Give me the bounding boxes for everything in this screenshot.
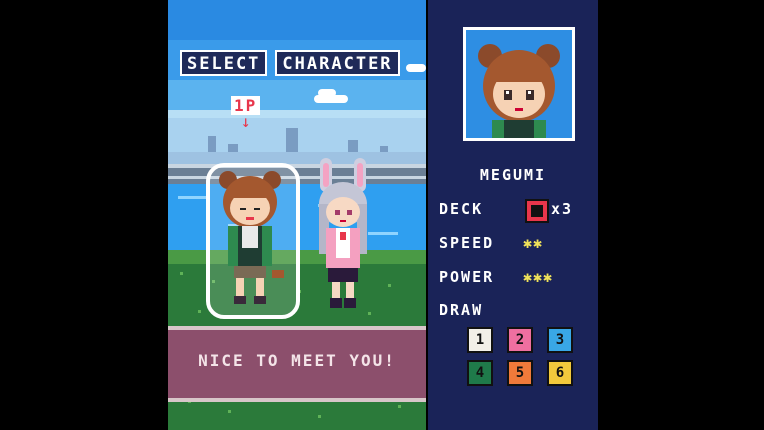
dialogue-box: NICE TO MEET YOU! <box>168 326 426 402</box>
title-word-character: CHARACTER <box>275 50 400 76</box>
water-ripple <box>178 196 208 199</box>
speed-rating: ✱✱ <box>523 234 544 252</box>
power-rating: ✱✱✱ <box>523 268 554 286</box>
character-bunny-sprite[interactable] <box>308 154 378 314</box>
down-arrow-icon: ↓ <box>240 112 251 131</box>
draw-card-5: 5 <box>507 360 533 386</box>
cloud <box>318 89 336 97</box>
deck-card-icon <box>525 199 549 223</box>
select-character-title: SELECT CHARACTER <box>180 50 400 76</box>
character-info-panel: MEGUMI DECK x3 SPEED ✱✱ POWER ✱✱✱ DRAW 1… <box>428 0 598 430</box>
draw-card-3: 3 <box>547 327 573 353</box>
deck-count: x3 <box>551 200 574 218</box>
draw-card-6: 6 <box>547 360 573 386</box>
character-select-scene: SELECT CHARACTER 1P ↓ NICE TO MEET YOU! <box>168 0 426 430</box>
cloud <box>406 64 426 72</box>
power-label: POWER <box>439 268 495 286</box>
character-name: MEGUMI <box>479 166 547 184</box>
deck-label: DECK <box>439 200 484 218</box>
portrait-image <box>478 44 560 138</box>
player-one-indicator: 1P ↓ <box>231 96 261 131</box>
title-word-select: SELECT <box>180 50 268 76</box>
draw-card-4: 4 <box>467 360 493 386</box>
speed-label: SPEED <box>439 234 495 252</box>
draw-card-2: 2 <box>507 327 533 353</box>
character-portrait <box>463 27 575 141</box>
dialogue-text: NICE TO MEET YOU! <box>198 351 396 370</box>
sky <box>168 0 426 40</box>
character-megumi-sprite[interactable] <box>212 168 288 308</box>
draw-label: DRAW <box>439 301 484 319</box>
draw-card-1: 1 <box>467 327 493 353</box>
